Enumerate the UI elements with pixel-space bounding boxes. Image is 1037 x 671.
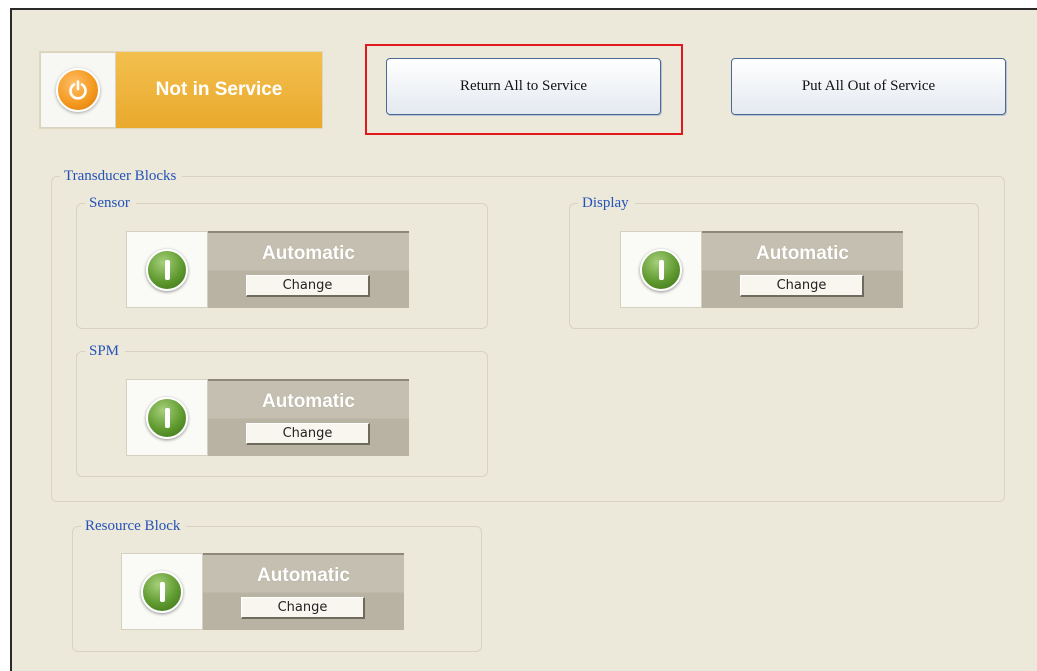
resource-block-mode-panel: Automatic Change — [203, 553, 404, 630]
spm-mode-icon-cell — [126, 379, 208, 456]
spm-mode-panel: Automatic Change — [208, 379, 409, 456]
display-mode-label: Automatic — [756, 243, 849, 264]
resource-block-change-button[interactable]: Change — [241, 597, 365, 619]
automatic-mode-icon — [146, 396, 188, 439]
power-icon — [56, 68, 100, 112]
display-change-button[interactable]: Change — [740, 275, 864, 297]
display-mode-icon-cell — [620, 231, 702, 308]
spm-mode-widget: Automatic Change — [126, 379, 409, 456]
automatic-mode-icon — [640, 248, 682, 291]
sensor-title: Sensor — [85, 194, 136, 212]
resource-block-mode-icon-cell — [121, 553, 203, 630]
display-mode-widget: Automatic Change — [620, 231, 903, 308]
sensor-change-button[interactable]: Change — [246, 275, 370, 297]
resource-block-title: Resource Block — [81, 517, 187, 535]
spm-mode-label: Automatic — [262, 391, 355, 412]
resource-block-mode-label: Automatic — [257, 565, 350, 586]
display-title: Display — [578, 194, 635, 212]
automatic-mode-icon — [141, 570, 183, 613]
spm-change-button[interactable]: Change — [246, 423, 370, 445]
spm-title: SPM — [85, 342, 126, 360]
display-mode-panel: Automatic Change — [702, 231, 903, 308]
service-status-label: Not in Service — [116, 52, 322, 128]
automatic-mode-icon — [146, 248, 188, 291]
transducer-blocks-title: Transducer Blocks — [60, 167, 183, 185]
service-status-indicator: Not in Service — [40, 52, 322, 128]
sensor-mode-widget: Automatic Change — [126, 231, 409, 308]
put-all-out-of-service-button[interactable]: Put All Out of Service — [731, 58, 1006, 115]
return-all-to-service-button[interactable]: Return All to Service — [386, 58, 661, 115]
sensor-mode-icon-cell — [126, 231, 208, 308]
resource-block-mode-widget: Automatic Change — [121, 553, 404, 630]
sensor-mode-label: Automatic — [262, 243, 355, 264]
service-status-icon-cell — [40, 52, 116, 128]
sensor-mode-panel: Automatic Change — [208, 231, 409, 308]
